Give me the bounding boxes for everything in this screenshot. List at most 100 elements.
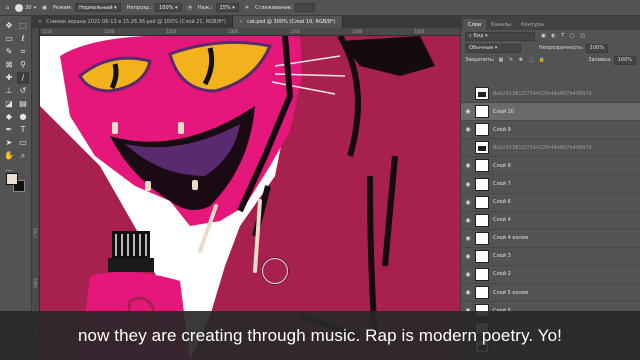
eye-icon[interactable]: ◉	[461, 235, 475, 242]
document-tab[interactable]: × cat.psd @ 300% (Слой 10, RGB/8*)	[232, 16, 343, 28]
smoothing-field[interactable]	[295, 3, 316, 12]
document-tab[interactable]: × Снимок экрана 2021-06-13 в 15.26.36.psd…	[32, 16, 233, 28]
layer-thumbnail	[475, 231, 489, 245]
panel-tab[interactable]: Контуры	[516, 19, 549, 30]
artwork-tooth	[145, 181, 151, 191]
eye-icon[interactable]: ◉	[461, 181, 475, 188]
document-tab-label: cat.psd @ 300% (Слой 10, RGB/8*)	[247, 19, 336, 25]
layer-name: 8ab2913812f734422fb44e867b40847b	[493, 144, 592, 151]
eye-icon[interactable]: ◉	[461, 253, 475, 260]
ruler-tick-label: 1350	[290, 29, 301, 34]
crop-tool-icon[interactable]: ⌗	[17, 46, 29, 58]
eye-icon[interactable]: ◉	[461, 199, 475, 206]
pressure-label: Наж.:	[197, 4, 213, 11]
close-icon[interactable]: ×	[38, 19, 42, 25]
eye-icon[interactable]: ◉	[461, 126, 475, 133]
lock-icons[interactable]: ▦ ✎ ✥ ⬚ 🔒	[499, 57, 547, 63]
pressure-opacity-icon[interactable]: ◔	[188, 5, 192, 11]
eye-icon[interactable]: ◉	[461, 162, 475, 169]
ruler-tick-label: 1250	[166, 29, 177, 34]
eye-icon[interactable]: ◉	[461, 108, 475, 115]
layer-row[interactable]: 8ab2913812f734422fb44e867b40847b	[461, 85, 640, 104]
panel-tab[interactable]: Слои	[463, 19, 486, 30]
layer-row[interactable]: ◉ Слой 8	[461, 157, 640, 176]
mode-select[interactable]: Нормальный ▾	[75, 3, 121, 12]
ruler-tick-label: 1400	[352, 29, 363, 34]
artwork-tooth	[112, 122, 118, 134]
eraser-tool-icon[interactable]: ◪	[3, 98, 15, 110]
artboard-tool-icon[interactable]: ⬚	[17, 20, 29, 32]
layer-thumbnail	[475, 123, 489, 137]
layer-name: Слой 7	[493, 181, 511, 188]
layer-row[interactable]: ◉ Слой 9	[461, 121, 640, 140]
opacity-field[interactable]: 100% ▾	[155, 3, 182, 12]
path-select-tool-icon[interactable]: ➤	[3, 137, 15, 149]
layer-row[interactable]: ◉ Слой 5 копия	[461, 284, 640, 303]
pressure-field[interactable]: 15% ▾	[215, 3, 239, 12]
layer-thumbnail	[475, 105, 489, 119]
frame-tool-icon[interactable]: ⊠	[3, 59, 15, 71]
history-brush-tool-icon[interactable]: ↺	[17, 85, 29, 97]
layer-filter-select[interactable]: ⌕ Вид ▾	[465, 31, 535, 41]
quick-select-tool-icon[interactable]: ✎	[3, 46, 15, 58]
panel-tab[interactable]: Каналы	[486, 19, 516, 30]
layer-opacity-label: Непрозрачность:	[539, 45, 584, 51]
brush-preset-picker[interactable]: 30 ▾	[15, 3, 36, 12]
type-tool-icon[interactable]: T	[17, 124, 29, 136]
fill-field[interactable]: 100%	[613, 55, 636, 65]
mode-value: Нормальный	[79, 4, 113, 11]
stamp-tool-icon[interactable]: ⊥	[3, 85, 15, 97]
eye-icon[interactable]: ◉	[461, 217, 475, 224]
pressure-group: Наж.: 15% ▾	[198, 3, 239, 12]
shape-tool-icon[interactable]: ▭	[17, 137, 29, 149]
eye-icon[interactable]: ◉	[461, 289, 475, 296]
layer-row[interactable]: 8ab2913812f734422fb44e867b40847b	[461, 139, 640, 158]
caption-text: now they are creating through music. Rap…	[77, 325, 563, 345]
opacity-group: Непрозр.: 100% ▾	[127, 3, 182, 12]
layer-opacity-field[interactable]: 100%	[585, 43, 609, 53]
eye-icon[interactable]: ◉	[461, 271, 475, 278]
layer-row[interactable]: ◉ Слой 10	[461, 103, 640, 122]
blend-row: Обычные ▾ Непрозрачность: 100%	[461, 42, 640, 54]
healing-tool-icon[interactable]: ✚	[3, 72, 15, 84]
layer-thumbnail	[475, 249, 489, 263]
layer-name: Слой 4 копия	[493, 235, 528, 242]
lasso-tool-icon[interactable]: ℓ	[17, 33, 29, 45]
layer-name: Слой 5 копия	[493, 289, 528, 296]
pen-tool-icon[interactable]: ✒	[3, 124, 15, 136]
brush-settings-icon[interactable]: ▣	[42, 5, 47, 11]
ruler-tick-label: 1150	[42, 29, 53, 34]
gradient-tool-icon[interactable]: ▤	[17, 98, 29, 110]
artwork-mic-grille	[112, 231, 150, 259]
layer-thumbnail	[475, 87, 489, 101]
close-icon[interactable]: ×	[239, 19, 243, 25]
filter-type-icons[interactable]: ▣ ◐ T ▢ ◫	[541, 33, 587, 39]
home-icon[interactable]: ⌂	[6, 5, 9, 11]
blur-tool-icon[interactable]: ◆	[3, 111, 15, 123]
more-tools-icon[interactable]: …	[3, 163, 15, 175]
hand-tool-icon[interactable]: ✋	[3, 150, 15, 162]
layer-row[interactable]: ◉ Слой 3	[461, 248, 640, 266]
marquee-tool-icon[interactable]: ▭	[3, 33, 15, 45]
layer-name: Слой 10	[493, 108, 514, 115]
layer-row[interactable]: ◉ Слой 4	[461, 212, 640, 230]
zoom-tool-icon[interactable]: ⌕	[17, 150, 29, 162]
airbrush-icon[interactable]: ✈	[245, 5, 249, 11]
layer-row[interactable]: ◉ Слой 7	[461, 175, 640, 194]
lock-row: Закрепить: ▦ ✎ ✥ ⬚ 🔒 Заливка: 100%	[461, 54, 640, 66]
layer-blend-select[interactable]: Обычные ▾	[465, 43, 521, 53]
brush-tool-icon[interactable]: ∕	[17, 72, 29, 84]
move-tool-icon[interactable]: ✥	[3, 20, 15, 32]
layer-thumbnail	[475, 213, 489, 227]
ruler-tick-label: 1200	[104, 29, 115, 34]
layer-thumbnail	[475, 141, 489, 155]
layer-name: Слой 4	[493, 217, 511, 224]
dodge-tool-icon[interactable]: ●	[17, 111, 29, 123]
layer-row[interactable]: ◉ Слой 4 копия	[461, 230, 640, 248]
layer-name: Слой 6	[493, 199, 511, 206]
layer-row[interactable]: ◉ Слой 6	[461, 194, 640, 212]
layer-name: Слой 3	[493, 253, 511, 260]
eyedropper-tool-icon[interactable]: ⚲	[17, 59, 29, 71]
ruler-tick-label: 1300	[228, 29, 239, 34]
layer-row[interactable]: ◉ Слой 2	[461, 266, 640, 285]
